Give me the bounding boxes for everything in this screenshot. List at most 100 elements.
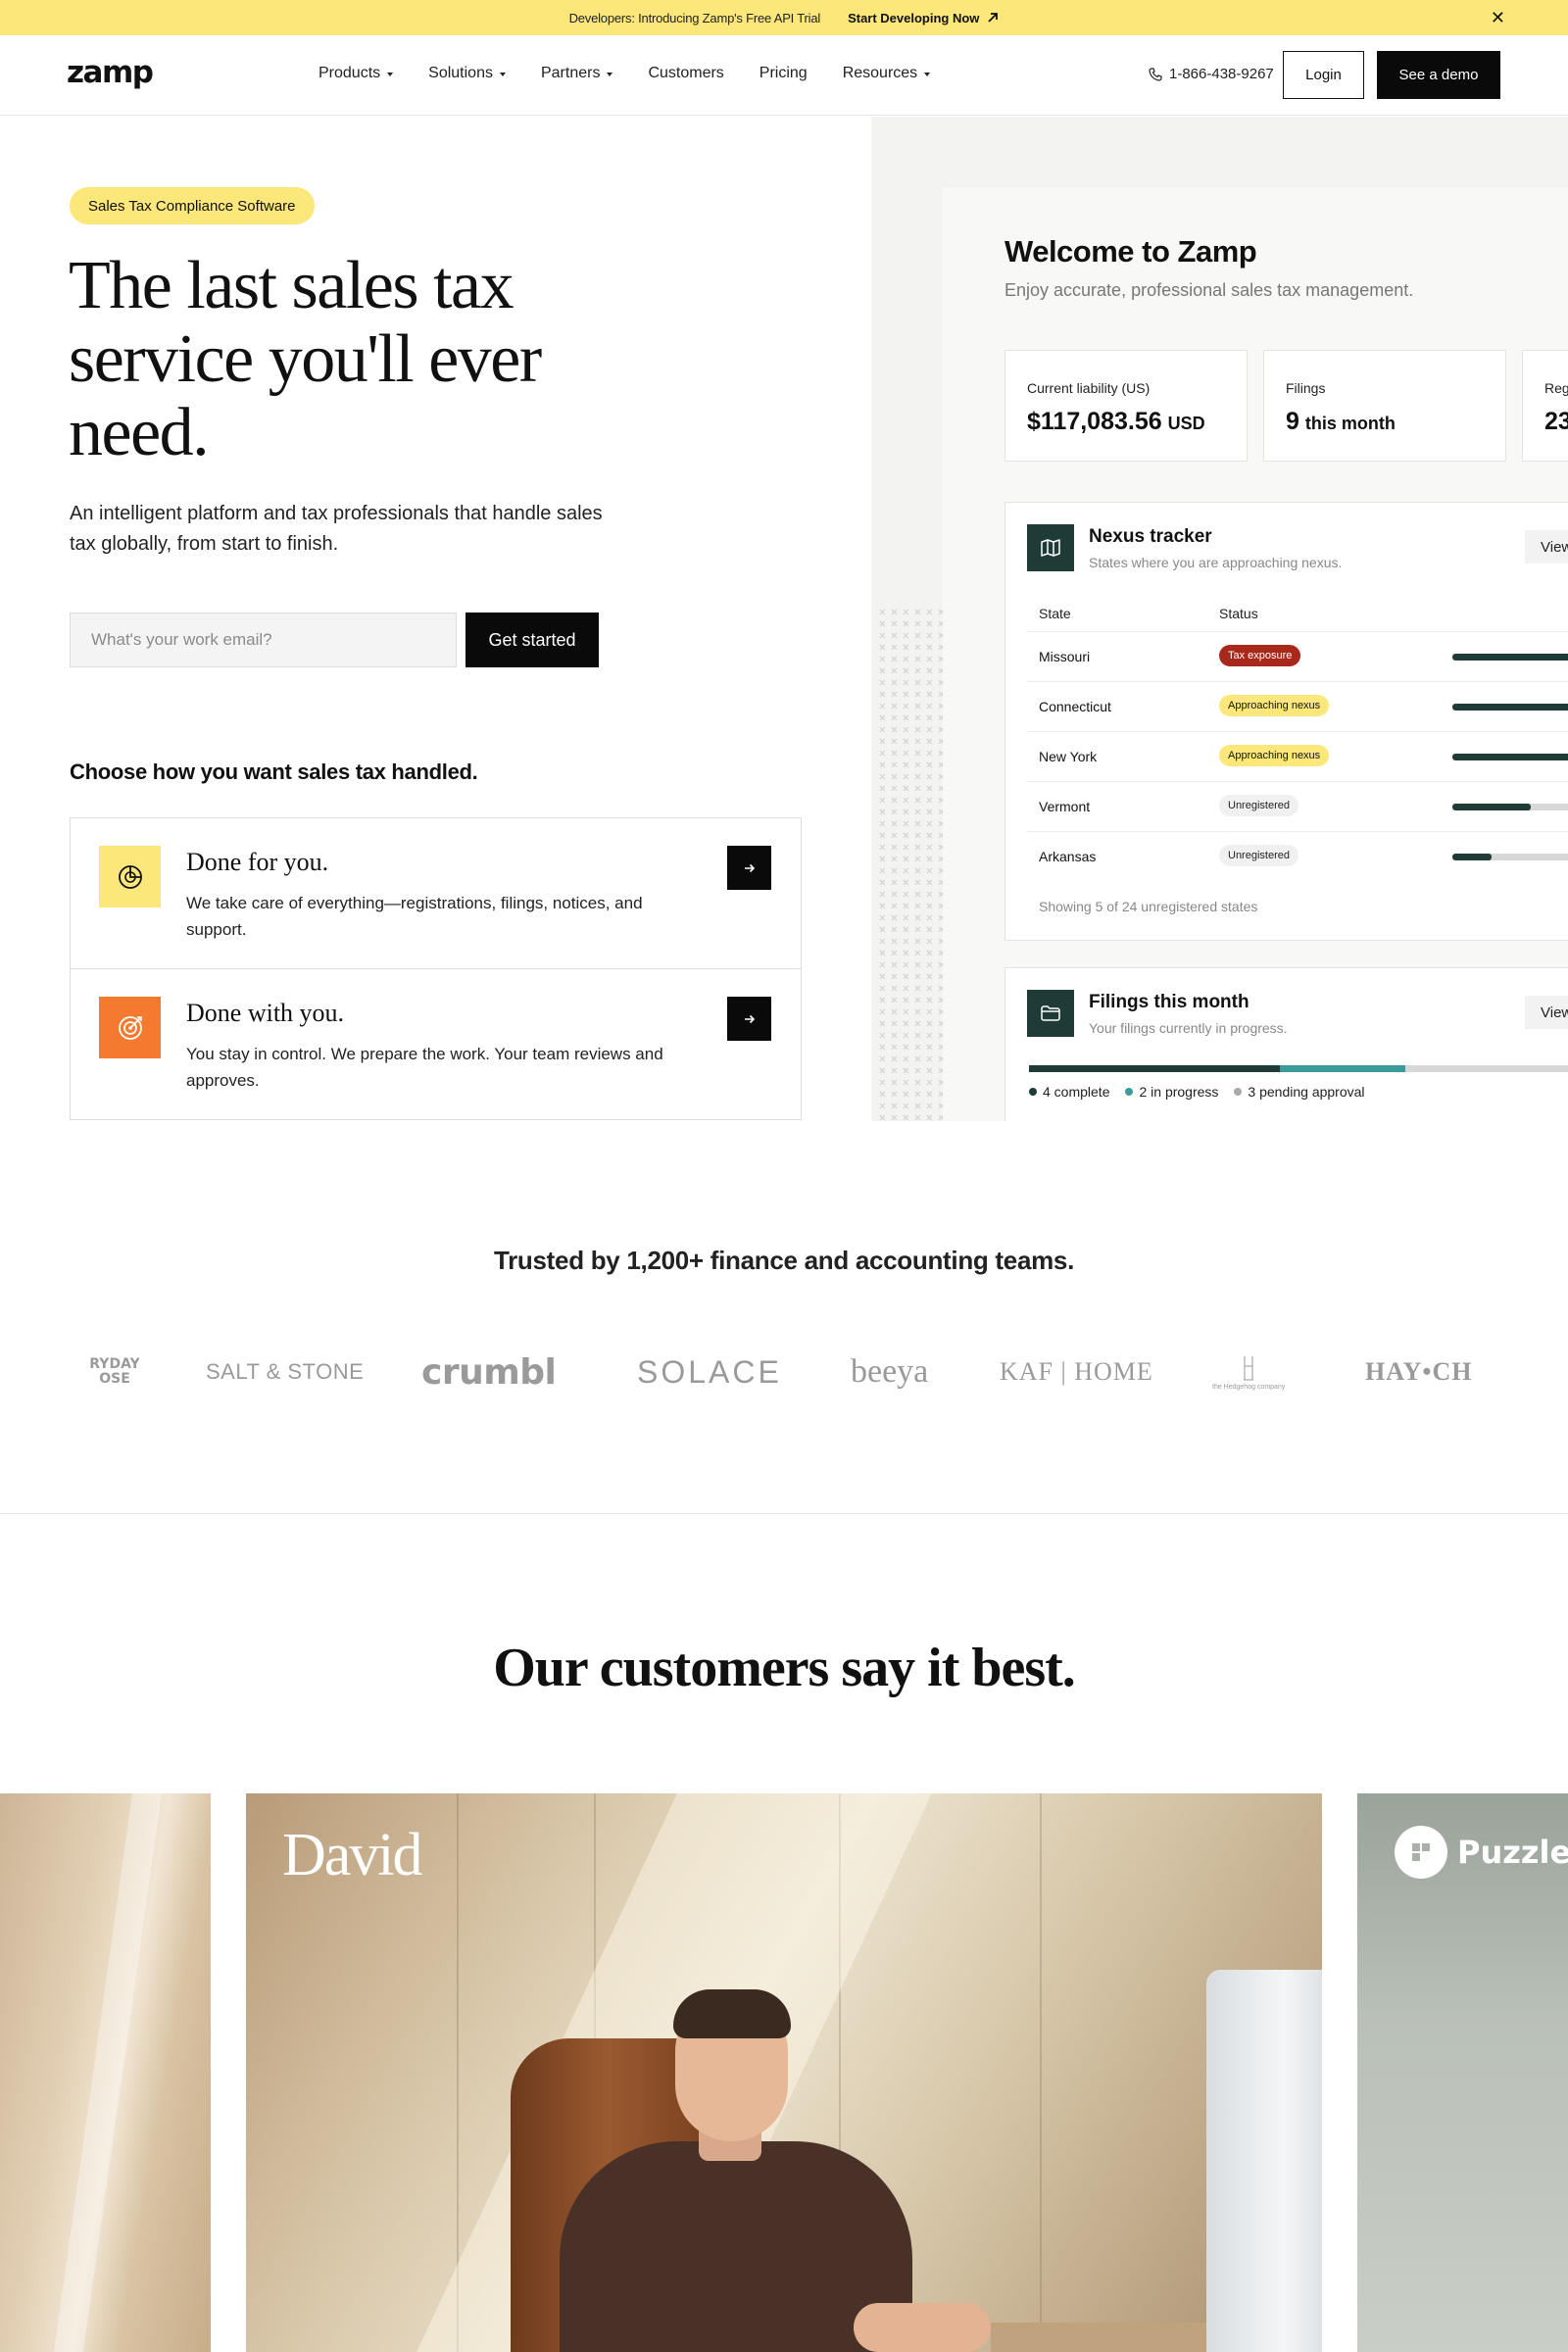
nav-item-partners[interactable]: Partners [540,65,613,82]
nav-item-label: Pricing [759,65,808,81]
nav-links: Products Solutions Partners Customers Pr… [318,65,931,82]
everyday-dose-logo: RYDAY OSE [90,1343,139,1401]
arrow-right-icon [744,1014,755,1023]
progress-track [1452,854,1568,860]
testimonial-card-featured[interactable]: David [246,1793,1322,2352]
dot-pattern-decoration [877,607,944,1121]
testimonial-card-next[interactable]: Puzzle [1357,1793,1568,2352]
table-row[interactable]: New York Approaching nexus [1027,731,1568,781]
dashboard-preview: Welcome to Zamp Enjoy accurate, professi… [871,117,1568,1121]
arrow-up-right-icon [988,13,999,23]
hero-subtitle: An intelligent platform and tax professi… [70,503,603,555]
table-row[interactable]: Connecticut Approaching nexus [1027,681,1568,731]
category-badge: Sales Tax Compliance Software [70,187,315,224]
nav-item-label: Partners [540,65,601,81]
nav-item-customers[interactable]: Customers [648,65,723,82]
phone-link[interactable]: 1-866-438-9267 [1149,66,1274,82]
beeya-logo: beeya [851,1353,929,1390]
state-name: Connecticut [1039,699,1111,714]
status-badge: Unregistered [1219,795,1298,816]
nexus-tracker-card: Nexus tracker States where you are appro… [1004,502,1568,941]
zamp-logo[interactable]: zamp [67,55,154,90]
dashboard-welcome-title: Welcome to Zamp [1004,234,1257,269]
stat-number: $117,083.56 [1027,408,1162,435]
choice-done-with-you[interactable]: Done with you. You stay in control. We p… [70,968,802,1120]
see-demo-button[interactable]: See a demo [1377,51,1500,99]
target-icon [99,997,161,1058]
crumbl-logo: crumbl [421,1351,557,1393]
legend-dot [1234,1088,1243,1096]
hedgehog-mark-icon [1244,1355,1254,1380]
nav-item-resources[interactable]: Resources [842,65,931,82]
stat-number: 23 [1544,408,1568,435]
map-icon [1027,524,1074,571]
arrow-right-button[interactable] [727,846,771,890]
table-row[interactable]: Missouri Tax exposure [1027,631,1568,681]
progress-track [1452,804,1568,810]
legend-dot [1125,1088,1134,1096]
stat-card-liability: Current liability (US) $117,083.56 USD [1004,350,1248,462]
hero-title: The last sales tax service you'll ever n… [69,248,542,470]
arrow-right-button[interactable] [727,997,771,1041]
choice-done-for-you[interactable]: Done for you. We take care of everything… [70,817,802,969]
stat-value: 9 this month [1286,408,1396,436]
progress-fill [1452,804,1531,810]
status-badge: Approaching nexus [1219,745,1330,766]
logo-text-line: RYDAY [90,1356,139,1372]
table-row[interactable]: Vermont Unregistered [1027,781,1568,831]
puzzle-mark-icon [1395,1826,1447,1879]
solace-logo: SOLACE [637,1353,782,1390]
announcement-cta-link[interactable]: Start Developing Now [848,11,999,25]
progress-track [1452,754,1568,760]
state-name: Arkansas [1039,849,1097,864]
testimonial-card-previous[interactable] [0,1793,211,2352]
nav-item-solutions[interactable]: Solutions [428,65,506,82]
choice-description: We take care of everything—registrations… [186,894,643,939]
testimonial-name: David [282,1822,423,1888]
view-button[interactable]: View [1525,996,1568,1029]
view-button[interactable]: View [1525,530,1568,564]
stat-label: Filings [1286,380,1326,396]
status-badge: Approaching nexus [1219,695,1330,716]
dashboard-welcome-subtitle: Enjoy accurate, professional sales tax m… [1004,280,1414,300]
progress-track [1452,704,1568,710]
testimonials-heading: Our customers say it best. [493,1638,1076,1698]
work-email-input[interactable] [70,612,457,667]
stat-card-filings: Filings 9 this month [1263,350,1506,462]
stat-card-registrations: Reg 23 [1522,350,1568,462]
announcement-bar: Developers: Introducing Zamp's Free API … [0,0,1568,35]
logo-text-line: OSE [99,1371,130,1387]
caret-down-icon [387,72,394,76]
person-hands-shape [854,2303,991,2352]
announcement-message: Developers: Introducing Zamp's Free API … [568,10,821,25]
choice-description: You stay in control. We prepare the work… [186,1045,663,1090]
stat-number: 9 [1286,408,1299,435]
puzzle-logo-text: Puzzle [1457,1834,1568,1871]
nav-item-label: Solutions [428,65,493,81]
legend-item-complete: 4 complete [1029,1084,1109,1100]
state-name: Missouri [1039,649,1091,664]
caret-down-icon [607,72,613,76]
puzzle-logo: Puzzle [1395,1826,1568,1879]
nav-item-products[interactable]: Products [318,65,394,82]
trusted-heading: Trusted by 1,200+ finance and accounting… [493,1246,1075,1275]
nav-item-label: Resources [842,65,918,81]
state-name: Vermont [1039,799,1091,814]
stat-value: $117,083.56 USD [1027,408,1205,436]
table-row[interactable]: Arkansas Unregistered [1027,831,1568,881]
caret-down-icon [924,72,931,76]
stat-label: Current liability (US) [1027,380,1151,396]
section-divider [0,1513,1568,1514]
get-started-button[interactable]: Get started [466,612,599,667]
nav-item-label: Customers [648,65,724,81]
progress-fill [1452,654,1568,661]
legend-label: 4 complete [1043,1084,1110,1100]
nexus-footer-text: Showing 5 of 24 unregistered states [1039,899,1258,914]
wall-panel-line [1040,1793,1042,2352]
close-icon[interactable]: ✕ [1491,8,1505,27]
nav-item-label: Products [318,65,381,81]
progress-fill [1452,854,1492,860]
filings-card: Filings this month Your filings currentl… [1004,967,1568,1121]
nav-item-pricing[interactable]: Pricing [760,65,808,82]
login-button[interactable]: Login [1283,51,1364,99]
